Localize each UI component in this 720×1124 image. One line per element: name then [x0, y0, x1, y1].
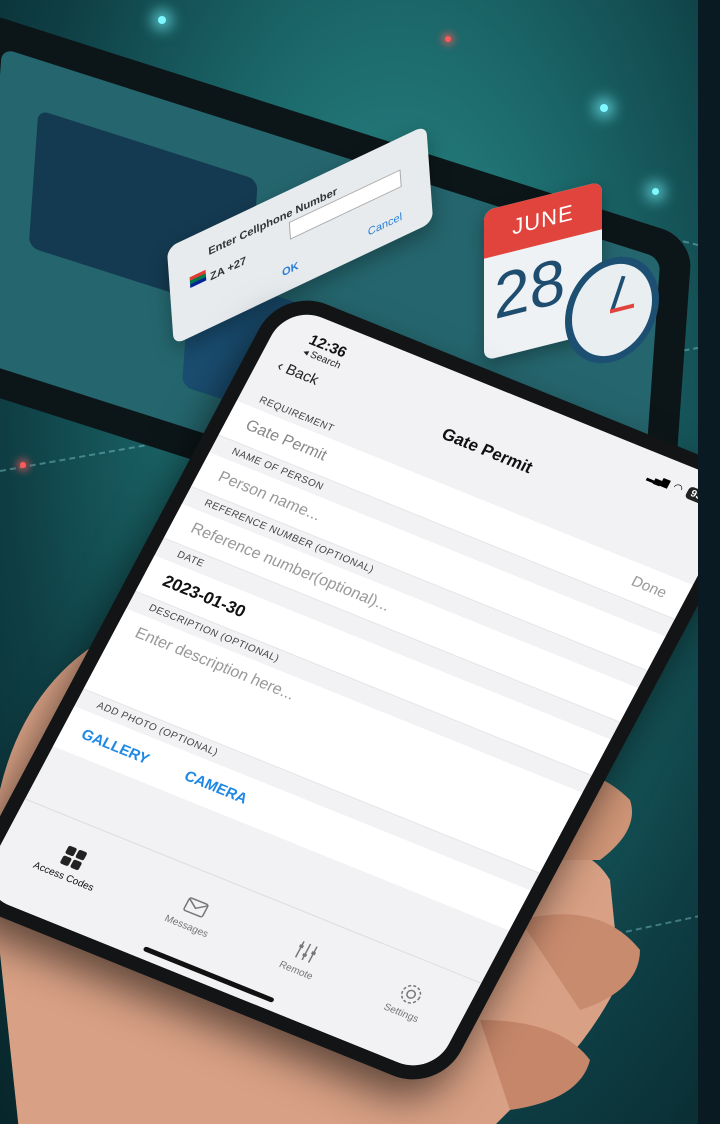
envelope-icon	[183, 897, 210, 918]
signal-icon: ▂▄▆	[645, 470, 672, 490]
done-button[interactable]: Done	[628, 573, 669, 602]
background-scene: Enter Cellphone Number ZA +27 OK Cancel …	[0, 0, 720, 1124]
sliders-icon	[294, 940, 318, 963]
flag-icon	[189, 269, 207, 288]
tab-messages[interactable]: Messages	[163, 888, 224, 940]
tab-remote[interactable]: Remote	[277, 934, 328, 982]
wifi-icon: ◠	[670, 481, 686, 496]
glow-dot	[158, 16, 166, 24]
dialog-cancel: Cancel	[367, 210, 403, 239]
dialog-ok: OK	[281, 259, 300, 280]
glow-dot	[600, 104, 608, 112]
gear-icon	[401, 984, 422, 1004]
red-dot	[20, 462, 26, 468]
dialog-code: ZA +27	[209, 254, 247, 284]
camera-button[interactable]: CAMERA	[181, 768, 250, 808]
grid-icon	[60, 845, 87, 870]
right-edge-band	[698, 0, 720, 1124]
red-dot	[445, 36, 451, 42]
glow-dot	[652, 188, 659, 195]
gallery-button[interactable]: GALLERY	[78, 726, 152, 768]
tab-access-codes[interactable]: Access Codes	[31, 835, 109, 893]
tab-settings[interactable]: Settings	[382, 976, 434, 1025]
